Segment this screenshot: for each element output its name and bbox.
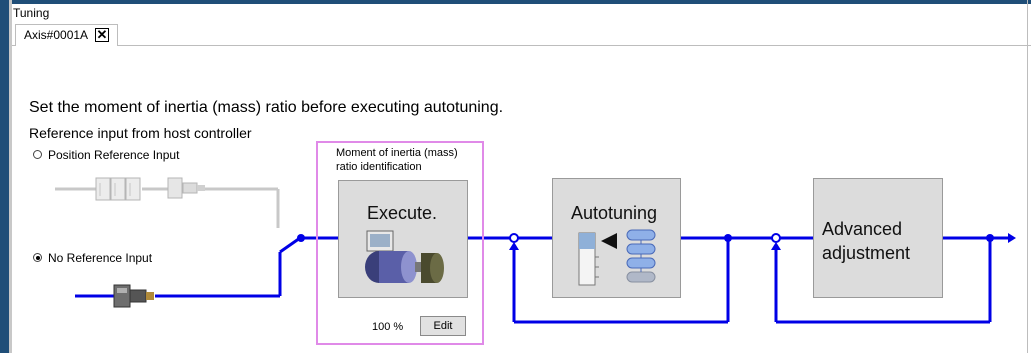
inertia-label-line2: ratio identification	[336, 161, 422, 173]
no-reference-radio[interactable]	[33, 253, 42, 262]
position-reference-label: Position Reference Input	[48, 148, 180, 162]
advanced-adjustment-button[interactable]: Advanced adjustment	[813, 178, 943, 298]
inertia-identification-label: Moment of inertia (mass) ratio identific…	[336, 146, 486, 174]
position-reference-path	[55, 177, 280, 228]
autotuning-button[interactable]: Autotuning	[552, 178, 681, 298]
autotuning-icon	[578, 229, 656, 286]
controller-modules-icon	[95, 177, 141, 201]
inertia-ratio-value: 100 %	[372, 321, 404, 333]
execute-button[interactable]: Execute.	[338, 180, 468, 298]
no-reference-path	[75, 236, 301, 308]
autotuning-label: Autotuning	[571, 203, 658, 223]
edit-button[interactable]: Edit	[420, 316, 466, 336]
execute-label: Execute.	[367, 203, 438, 223]
servo-drive-icon-inactive	[167, 177, 205, 199]
advanced-adjustment-label: Advanced adjustment	[822, 217, 910, 265]
advanced-label-line2: adjustment	[822, 243, 911, 263]
servo-drive-icon	[113, 284, 154, 308]
tuning-flow-diagram	[55, 177, 1016, 324]
advanced-label-line1: Advanced	[822, 219, 903, 239]
no-reference-label: No Reference Input	[48, 251, 153, 265]
inertia-label-line1: Moment of inertia (mass)	[336, 147, 458, 159]
motor-icon	[365, 230, 444, 283]
position-reference-radio[interactable]	[33, 150, 42, 159]
